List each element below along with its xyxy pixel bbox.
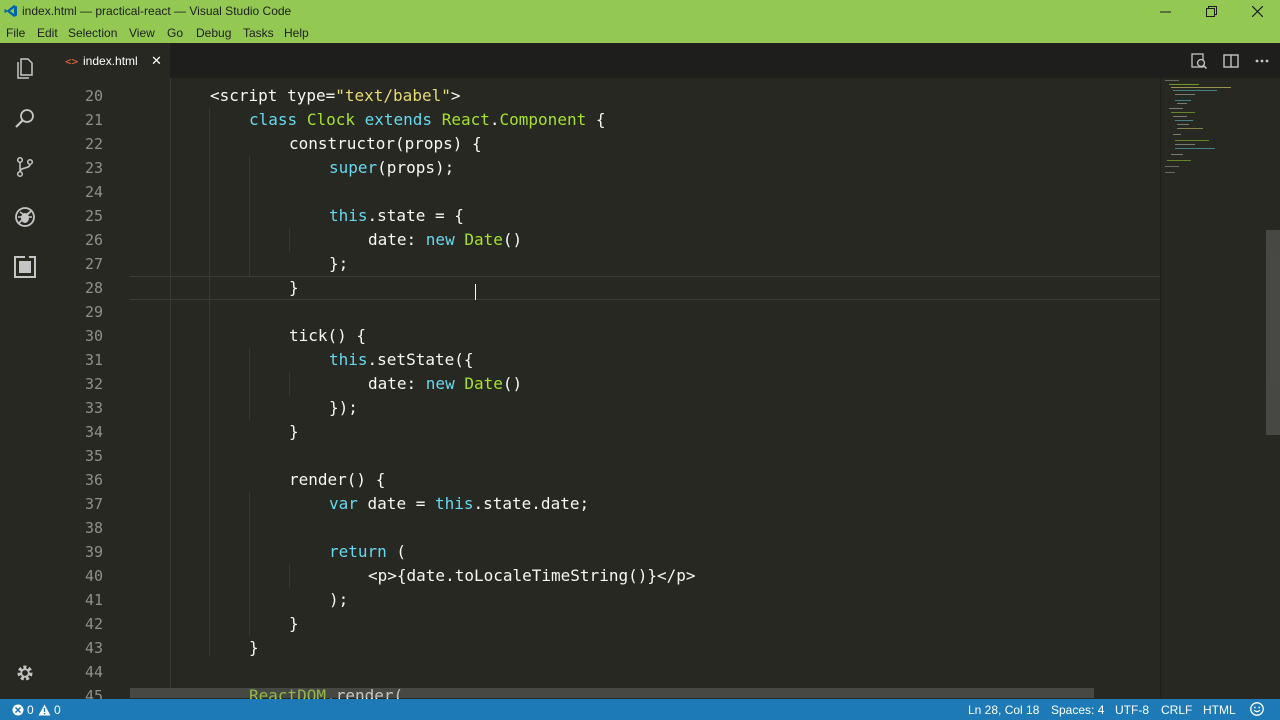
line-number: 20 — [84, 87, 103, 105]
window-title: index.html — practical-react — Visual St… — [22, 4, 292, 18]
line-number: 31 — [84, 351, 103, 369]
code-line: this.setState({ — [329, 350, 474, 369]
line-number: 34 — [84, 423, 103, 441]
debug-icon[interactable] — [13, 205, 37, 229]
line-number: 38 — [84, 519, 103, 537]
encoding[interactable]: UTF-8 — [1115, 703, 1149, 717]
code-line: return ( — [329, 542, 407, 561]
restore-icon — [1205, 6, 1217, 17]
warning-icon[interactable] — [38, 703, 51, 717]
menu-file[interactable]: File — [6, 26, 25, 40]
tab-index-html[interactable]: <> index.html ✕ — [50, 43, 170, 78]
split-editor-icon[interactable] — [1222, 52, 1240, 70]
feedback-smiley-icon[interactable] — [1250, 702, 1264, 719]
menu-view[interactable]: View — [129, 26, 155, 40]
line-number-gutter: 20 21 22 23 24 25 26 27 28 29 30 31 32 3… — [50, 78, 130, 699]
title-bar: index.html — practical-react — Visual St… — [0, 0, 1280, 23]
minimap-preview — [1165, 80, 1231, 173]
text-cursor — [475, 284, 476, 300]
code-editor[interactable]: 20 21 22 23 24 25 26 27 28 29 30 31 32 3… — [50, 78, 1280, 699]
line-number: 39 — [84, 543, 103, 561]
menu-debug[interactable]: Debug — [196, 26, 231, 40]
search-icon[interactable] — [13, 106, 37, 130]
gear-icon[interactable] — [13, 661, 37, 685]
line-number: 40 — [84, 567, 103, 585]
horizontal-scrollbar[interactable] — [130, 688, 1094, 698]
code-line: render() { — [289, 470, 386, 489]
warning-count[interactable]: 0 — [54, 703, 61, 717]
line-number: 22 — [84, 135, 103, 153]
line-number: 26 — [84, 231, 103, 249]
vertical-scrollbar[interactable] — [1266, 230, 1280, 435]
code-line: class Clock extends React.Component { — [249, 110, 606, 129]
code-line: this.state = { — [329, 206, 464, 225]
indentation[interactable]: Spaces: 4 — [1051, 703, 1104, 717]
open-preview-icon[interactable] — [1190, 52, 1208, 70]
minimap[interactable] — [1160, 78, 1260, 699]
status-bar: 0 0 Ln 28, Col 18 Spaces: 4 UTF-8 CRLF H… — [0, 699, 1280, 720]
extensions-icon[interactable] — [13, 255, 37, 279]
code-line: tick() { — [289, 326, 367, 345]
code-line: <script type="text/babel"> — [210, 86, 461, 105]
minimize-icon — [1159, 11, 1171, 13]
line-number: 36 — [84, 471, 103, 489]
cursor-position[interactable]: Ln 28, Col 18 — [968, 703, 1039, 717]
line-number: 37 — [84, 495, 103, 513]
code-line: date: new Date() — [368, 230, 523, 249]
line-number: 30 — [84, 327, 103, 345]
code-line: var date = this.state.date; — [329, 494, 590, 513]
tab-close-icon[interactable]: ✕ — [151, 53, 162, 69]
code-line: constructor(props) { — [289, 134, 482, 153]
line-number: 35 — [84, 447, 103, 465]
line-number: 44 — [84, 663, 103, 681]
more-actions-icon[interactable] — [1253, 52, 1271, 70]
line-number: 23 — [84, 159, 103, 177]
code-line: }; — [329, 254, 349, 273]
menu-edit[interactable]: Edit — [37, 26, 58, 40]
line-number: 24 — [84, 183, 103, 201]
language-mode[interactable]: HTML — [1203, 703, 1236, 717]
line-ending[interactable]: CRLF — [1161, 703, 1192, 717]
line-number: 21 — [84, 111, 103, 129]
code-line: super(props); — [329, 158, 455, 177]
close-icon — [1251, 6, 1263, 17]
error-icon[interactable] — [12, 703, 24, 717]
line-number: 32 — [84, 375, 103, 393]
line-number: 41 — [84, 591, 103, 609]
code-area[interactable]: <script type="text/babel"> class Clock e… — [130, 78, 1160, 699]
menu-tasks[interactable]: Tasks — [243, 26, 274, 40]
error-count[interactable]: 0 — [27, 703, 34, 717]
restore-button[interactable] — [1188, 0, 1234, 23]
menu-bar: File Edit Selection View Go Debug Tasks … — [0, 23, 1280, 43]
code-line: } — [289, 422, 299, 441]
code-line: } — [249, 638, 259, 657]
line-number: 27 — [84, 255, 103, 273]
source-control-icon[interactable] — [13, 155, 37, 179]
line-number: 25 — [84, 207, 103, 225]
code-line: date: new Date() — [368, 374, 523, 393]
line-number: 45 — [84, 687, 103, 699]
code-line: <p>{date.toLocaleTimeString()}</p> — [368, 566, 696, 585]
html-file-icon: <> — [65, 55, 79, 68]
line-number: 29 — [84, 303, 103, 321]
files-icon[interactable] — [13, 56, 37, 80]
code-line: } — [289, 614, 299, 633]
tab-label: index.html — [83, 54, 138, 68]
menu-selection[interactable]: Selection — [68, 26, 117, 40]
close-window-button[interactable] — [1234, 0, 1280, 23]
menu-help[interactable]: Help — [284, 26, 309, 40]
activity-bar — [0, 43, 50, 699]
line-number: 28 — [84, 279, 103, 297]
tab-bar: <> index.html ✕ — [50, 43, 1280, 78]
code-line: ); — [329, 590, 349, 609]
menu-go[interactable]: Go — [167, 26, 183, 40]
line-number: 33 — [84, 399, 103, 417]
minimize-button[interactable] — [1142, 0, 1188, 23]
code-line: }); — [329, 398, 358, 417]
line-number: 43 — [84, 639, 103, 657]
vscode-logo-icon — [4, 4, 18, 18]
line-number: 42 — [84, 615, 103, 633]
code-line: } — [289, 278, 299, 297]
